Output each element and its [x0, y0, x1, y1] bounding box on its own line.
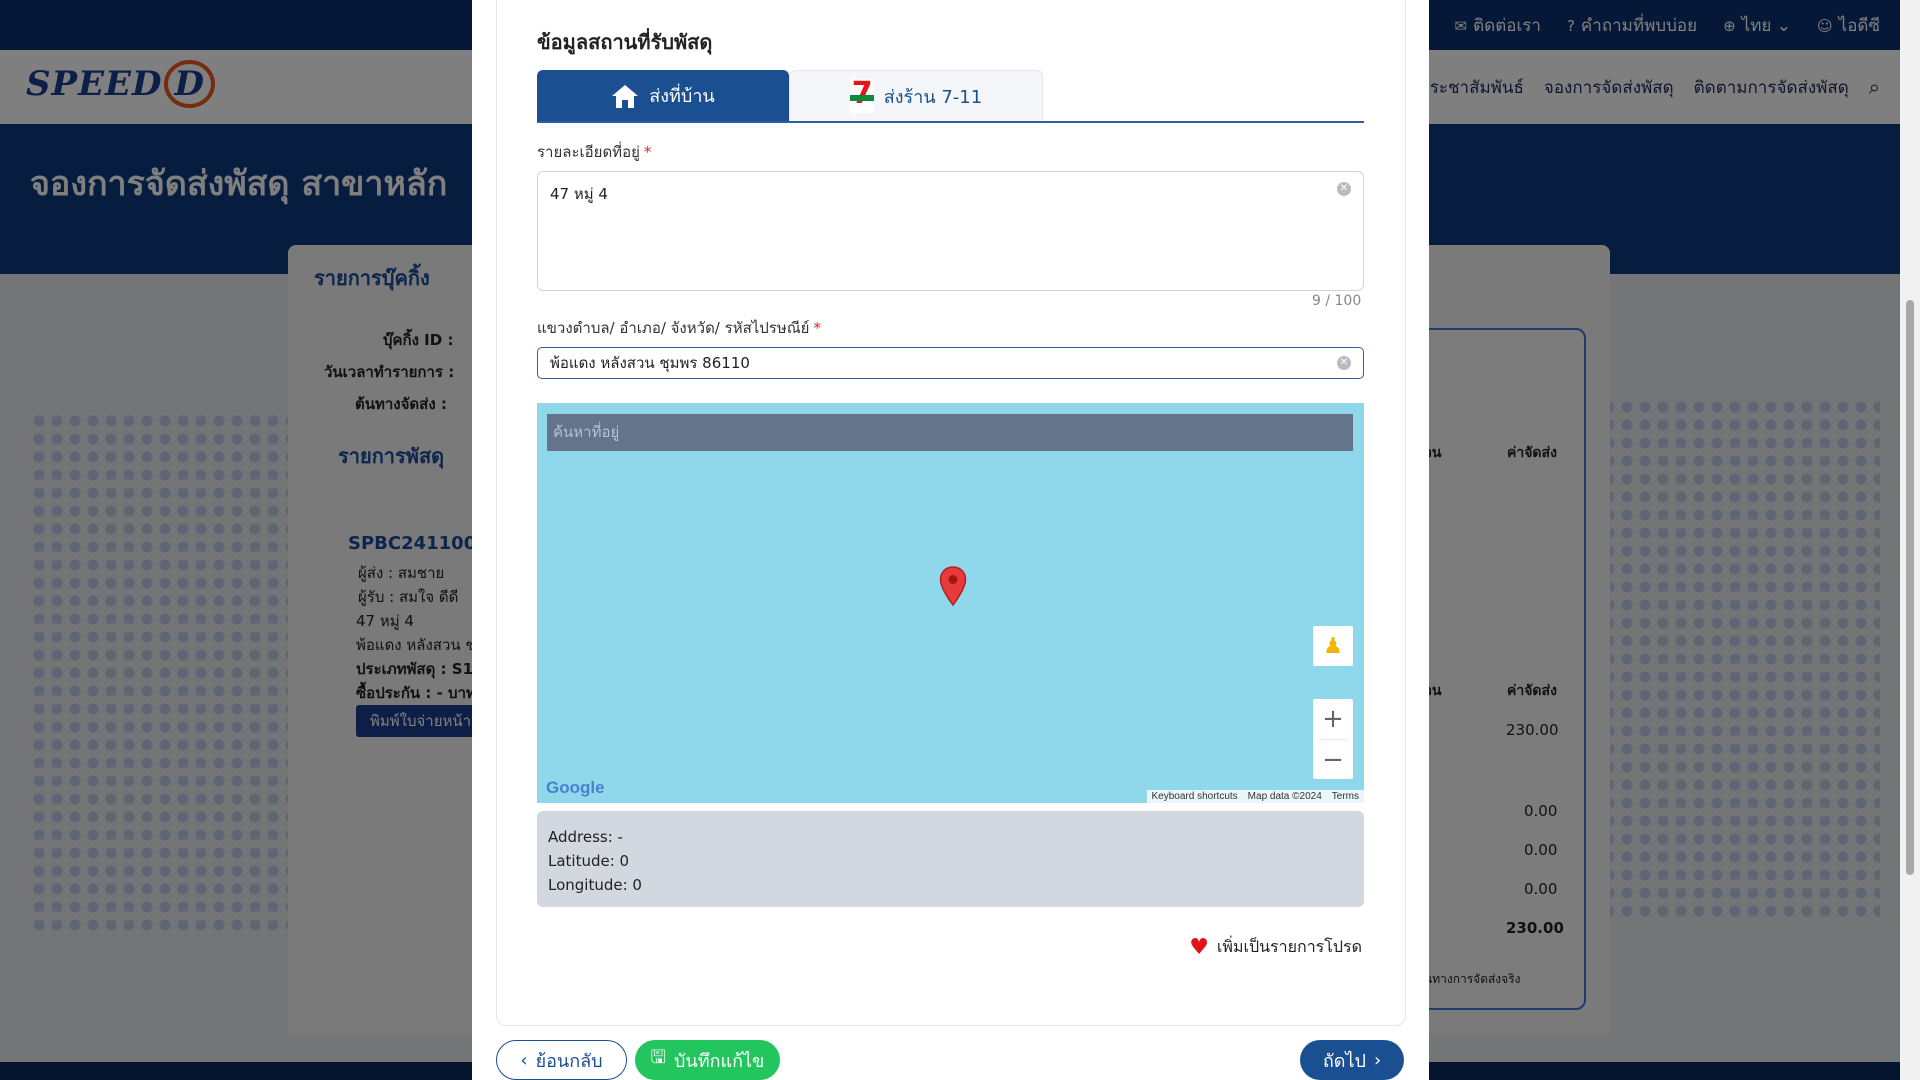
next-button-label: ถัดไป: [1322, 1050, 1366, 1072]
area-value: พ้อแดง หลังสวน ชุมพร 86110: [550, 354, 750, 372]
scrollbar-thumb[interactable]: [1906, 300, 1914, 875]
save-icon: 🖫: [650, 1047, 666, 1068]
delivery-tabs: ส่งที่บ้าน 7 ส่งร้าน 7-11: [537, 70, 1364, 123]
tab-home-label: ส่งที่บ้าน: [649, 86, 715, 107]
map-search-input[interactable]: ค้นหาที่อยู่: [547, 414, 1353, 451]
zoom-in-button[interactable]: +: [1313, 699, 1353, 739]
terms-link[interactable]: Terms: [1327, 790, 1364, 803]
clear-address-icon[interactable]: ✕: [1337, 182, 1351, 196]
chevron-left-icon: ‹: [520, 1049, 528, 1071]
street-view-pegman-icon[interactable]: ♟: [1313, 626, 1353, 666]
location-info-box: Address: - Latitude: 0 Longitude: 0: [537, 811, 1364, 907]
map-attribution: Keyboard shortcuts Map data ©2024 Terms: [1146, 790, 1364, 803]
pickup-location-modal: ข้อมูลสถานที่รับพัสดุ ส่งที่บ้าน 7 ส่งร้…: [472, 0, 1429, 1080]
info-latitude: Latitude: 0: [548, 852, 630, 870]
home-icon: [612, 84, 639, 108]
chevron-right-icon: ›: [1373, 1049, 1382, 1071]
address-char-counter: 9 / 100: [1312, 293, 1362, 309]
seven-eleven-icon: 7: [849, 76, 874, 113]
favorite-label: เพิ่มเป็นรายการโปรด: [1216, 937, 1362, 956]
page-scrollbar[interactable]: [1900, 0, 1920, 1080]
address-textarea[interactable]: 47 หมู่ 4: [537, 171, 1364, 291]
keyboard-shortcuts-link[interactable]: Keyboard shortcuts: [1147, 790, 1243, 803]
address-label: รายละเอียดที่อยู่ *: [537, 143, 652, 161]
clear-area-icon[interactable]: ✕: [1337, 356, 1351, 370]
area-input[interactable]: พ้อแดง หลังสวน ชุมพร 86110: [537, 347, 1364, 379]
heart-icon: ♥: [1189, 935, 1209, 960]
next-button[interactable]: ถัดไป ›: [1300, 1040, 1404, 1080]
map-pin-icon[interactable]: [939, 566, 967, 606]
info-address: Address: -: [548, 828, 623, 846]
tab-seven-label: ส่งร้าน 7-11: [883, 86, 983, 108]
modal-title: ข้อมูลสถานที่รับพัสดุ: [537, 30, 713, 54]
tab-7-11-delivery[interactable]: 7 ส่งร้าน 7-11: [789, 70, 1043, 121]
tab-home-delivery[interactable]: ส่งที่บ้าน: [537, 70, 789, 121]
map-zoom-control: + −: [1313, 699, 1353, 779]
info-longitude: Longitude: 0: [548, 876, 642, 894]
zoom-out-button[interactable]: −: [1313, 740, 1353, 780]
save-button-label: บันทึกแก้ไข: [673, 1050, 765, 1072]
map-data-label: Map data ©2024: [1247, 791, 1322, 802]
add-favorite-toggle[interactable]: ♥ เพิ่มเป็นรายการโปรด: [1189, 935, 1362, 960]
save-edit-button[interactable]: 🖫 บันทึกแก้ไข: [635, 1040, 780, 1080]
google-map[interactable]: ค้นหาที่อยู่ ♟ + − Google Keyboard short…: [537, 403, 1364, 803]
area-label: แขวงตำบล/ อำเภอ/ จังหวัด/ รหัสไปรษณีย์ *: [537, 319, 821, 337]
address-value: 47 หมู่ 4: [550, 185, 608, 203]
google-logo: Google: [546, 778, 605, 797]
back-button-label: ย้อนกลับ: [535, 1050, 603, 1072]
back-button[interactable]: ‹ ย้อนกลับ: [496, 1040, 627, 1080]
